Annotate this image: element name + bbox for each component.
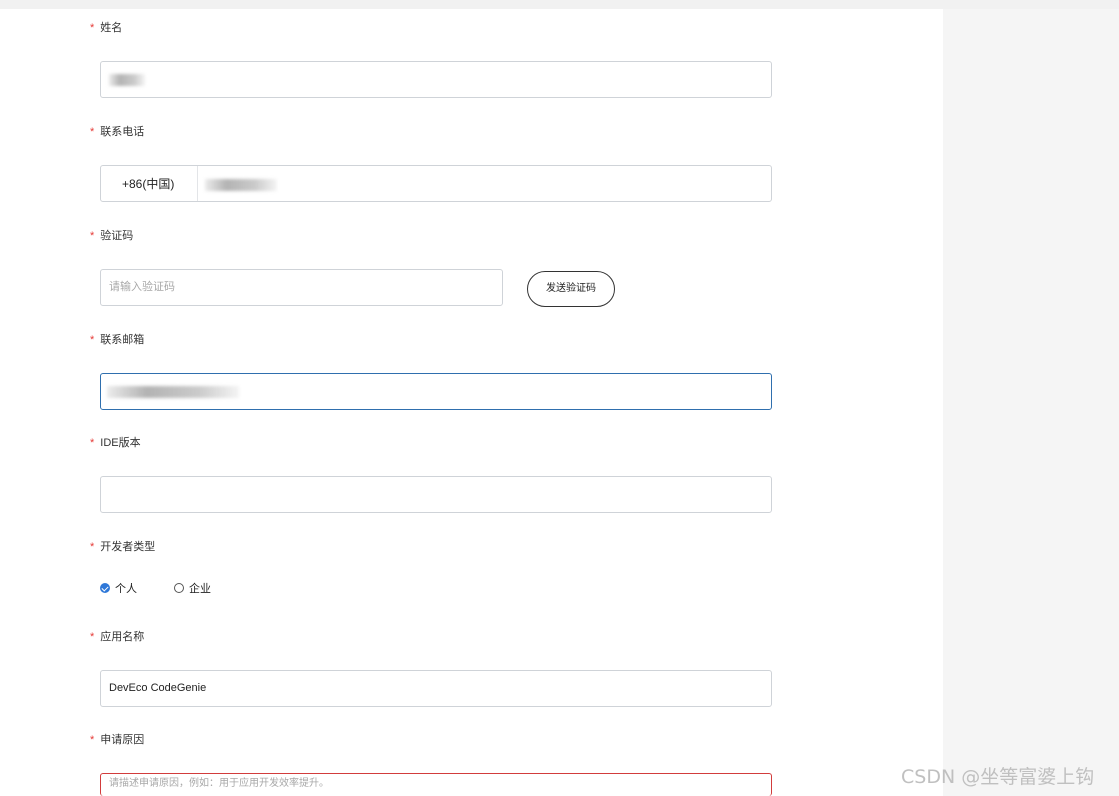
name-label: * 姓名 <box>90 21 122 35</box>
ide-version-input[interactable] <box>100 476 772 513</box>
email-input[interactable] <box>100 373 772 410</box>
radio-individual-label: 个人 <box>115 583 137 595</box>
country-code-text: +86(中国) <box>122 177 175 191</box>
dev-type-label: * 开发者类型 <box>90 540 155 554</box>
ide-label: * IDE版本 <box>90 436 141 450</box>
code-label-text: 验证码 <box>100 230 134 242</box>
dev-type-label-text: 开发者类型 <box>100 541 156 553</box>
required-mark: * <box>90 437 95 449</box>
phone-label: * 联系电话 <box>90 125 144 139</box>
app-name-input[interactable]: DevEco CodeGenie <box>100 670 772 707</box>
name-label-text: 姓名 <box>100 22 123 34</box>
top-bar <box>0 0 1119 9</box>
name-input[interactable] <box>100 61 772 98</box>
phone-input[interactable]: +86(中国) <box>100 165 772 202</box>
radio-individual[interactable]: 个人 <box>100 582 137 596</box>
required-mark: * <box>90 631 95 643</box>
app-name-label-text: 应用名称 <box>100 631 145 643</box>
radio-unchecked-icon <box>174 583 184 593</box>
redacted-email <box>107 386 239 398</box>
phone-label-text: 联系电话 <box>100 126 145 138</box>
verification-code-input[interactable]: 请输入验证码 <box>100 269 503 306</box>
required-mark: * <box>90 334 95 346</box>
required-mark: * <box>90 126 95 138</box>
radio-enterprise-label: 企业 <box>189 583 211 595</box>
reason-placeholder: 请描述申请原因，例如：用于应用开发效率提升。 <box>109 778 329 789</box>
watermark: CSDN @坐等富婆上钩 <box>901 766 1095 788</box>
email-label: * 联系邮箱 <box>90 333 144 347</box>
redacted-phone <box>205 179 277 191</box>
required-mark: * <box>90 541 95 553</box>
required-mark: * <box>90 734 95 746</box>
required-mark: * <box>90 230 95 242</box>
ide-label-text: IDE版本 <box>100 437 141 449</box>
radio-checked-icon <box>100 583 110 593</box>
email-label-text: 联系邮箱 <box>100 334 145 346</box>
country-code-select[interactable]: +86(中国) <box>101 166 198 201</box>
reason-label-text: 申请原因 <box>100 734 145 746</box>
app-name-label: * 应用名称 <box>90 630 144 644</box>
reason-label: * 申请原因 <box>90 733 144 747</box>
reason-textarea[interactable]: 请描述申请原因，例如：用于应用开发效率提升。 <box>100 773 772 796</box>
redacted-name <box>109 74 145 86</box>
send-code-button[interactable]: 发送验证码 <box>527 271 615 307</box>
code-placeholder: 请输入验证码 <box>109 281 175 293</box>
radio-enterprise[interactable]: 企业 <box>174 582 211 596</box>
code-label: * 验证码 <box>90 229 133 243</box>
required-mark: * <box>90 22 95 34</box>
app-name-value: DevEco CodeGenie <box>109 682 207 694</box>
